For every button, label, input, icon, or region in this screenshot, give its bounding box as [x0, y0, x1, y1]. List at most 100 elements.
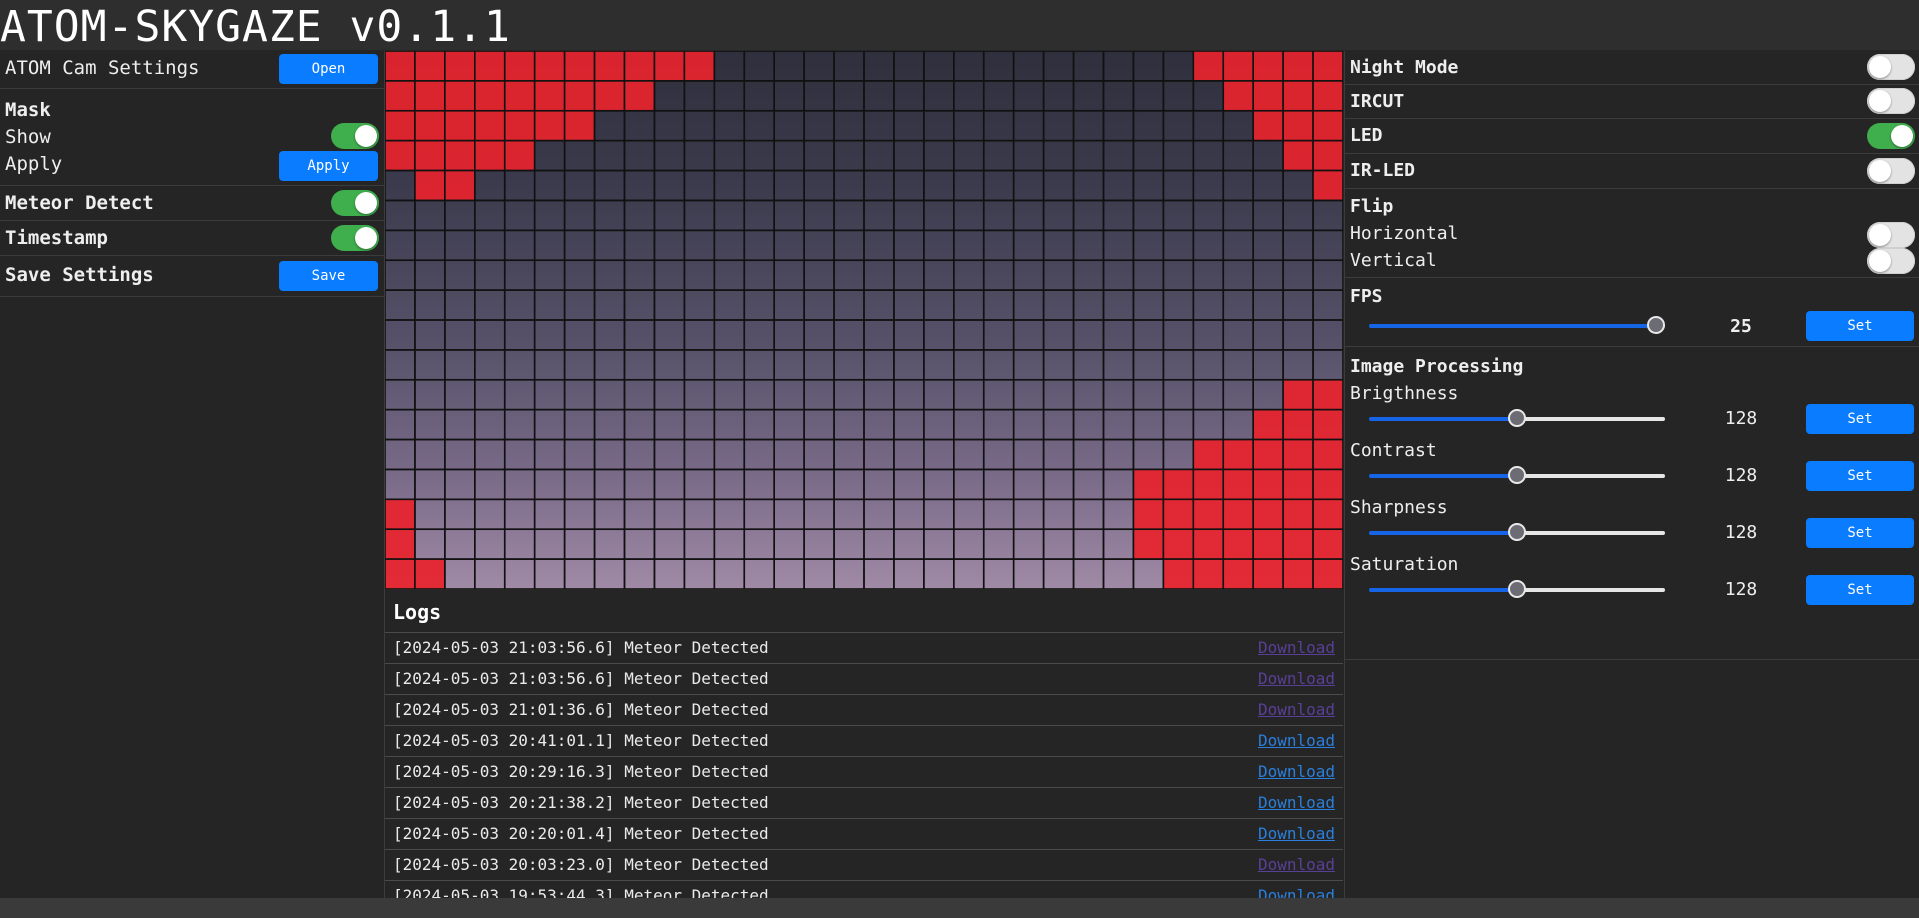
- mask-cell[interactable]: [773, 349, 805, 381]
- mask-cell-masked[interactable]: [563, 109, 596, 142]
- mask-cell[interactable]: [1102, 80, 1135, 112]
- mask-cell[interactable]: [414, 438, 446, 471]
- mask-cell[interactable]: [653, 468, 686, 501]
- mask-cell[interactable]: [533, 289, 566, 321]
- mask-cell-masked[interactable]: [1162, 528, 1195, 560]
- brightness-slider[interactable]: [1369, 409, 1665, 428]
- mask-cell-masked[interactable]: [1192, 51, 1225, 82]
- mask-cell[interactable]: [474, 438, 506, 471]
- mask-cell[interactable]: [414, 319, 446, 351]
- mask-cell[interactable]: [863, 468, 895, 501]
- mask-cell[interactable]: [1072, 80, 1105, 112]
- mask-cell[interactable]: [743, 438, 775, 471]
- mask-cell-masked[interactable]: [1162, 558, 1195, 589]
- mask-cell-masked[interactable]: [444, 51, 476, 82]
- mask-cell[interactable]: [773, 80, 805, 112]
- mask-cell[interactable]: [593, 199, 626, 232]
- mask-cell-masked[interactable]: [503, 51, 536, 82]
- mask-cell[interactable]: [982, 80, 1015, 112]
- mask-cell[interactable]: [1312, 349, 1343, 381]
- mask-cell[interactable]: [563, 349, 596, 381]
- mask-cell[interactable]: [923, 528, 955, 560]
- mask-cell[interactable]: [982, 109, 1015, 142]
- mask-cell[interactable]: [563, 259, 596, 291]
- sharpness-slider[interactable]: [1369, 523, 1665, 542]
- open-cam-settings-button[interactable]: Open: [279, 54, 378, 84]
- mask-cell[interactable]: [893, 259, 925, 291]
- mask-cell[interactable]: [623, 139, 656, 172]
- led-toggle[interactable]: [1867, 123, 1915, 149]
- mask-cell[interactable]: [474, 319, 506, 351]
- download-link[interactable]: Download: [1258, 886, 1335, 898]
- mask-cell[interactable]: [563, 498, 596, 531]
- mask-cell[interactable]: [533, 139, 566, 172]
- mask-cell[interactable]: [1012, 528, 1045, 560]
- mask-cell[interactable]: [1042, 229, 1075, 262]
- mask-cell[interactable]: [923, 349, 955, 381]
- mask-cell[interactable]: [385, 408, 416, 441]
- mask-cell-masked[interactable]: [1192, 558, 1225, 589]
- mask-cell[interactable]: [773, 468, 805, 501]
- mask-cell[interactable]: [683, 408, 716, 441]
- mask-cell[interactable]: [623, 199, 656, 232]
- mask-cell[interactable]: [623, 289, 656, 321]
- mask-cell[interactable]: [623, 349, 656, 381]
- mask-cell[interactable]: [863, 139, 895, 172]
- mask-cell-masked[interactable]: [593, 80, 626, 112]
- mask-cell-masked[interactable]: [1282, 528, 1314, 560]
- mask-cell[interactable]: [683, 498, 716, 531]
- mask-cell[interactable]: [563, 438, 596, 471]
- mask-cell[interactable]: [863, 408, 895, 441]
- mask-cell-masked[interactable]: [533, 109, 566, 142]
- mask-cell[interactable]: [982, 378, 1015, 411]
- mask-cell[interactable]: [653, 80, 686, 112]
- slider-thumb[interactable]: [1508, 409, 1526, 427]
- mask-cell[interactable]: [623, 558, 656, 589]
- mask-cell[interactable]: [1042, 378, 1075, 411]
- flip-horizontal-toggle[interactable]: [1867, 222, 1915, 248]
- mask-cell[interactable]: [953, 528, 985, 560]
- mask-cell[interactable]: [1012, 468, 1045, 501]
- mask-cell[interactable]: [833, 408, 865, 441]
- mask-cell[interactable]: [593, 558, 626, 589]
- download-link[interactable]: Download: [1258, 824, 1335, 843]
- mask-cell[interactable]: [563, 528, 596, 560]
- mask-cell[interactable]: [503, 558, 536, 589]
- mask-cell[interactable]: [713, 528, 746, 560]
- mask-cell[interactable]: [893, 139, 925, 172]
- mask-cell[interactable]: [1072, 408, 1105, 441]
- mask-cell[interactable]: [953, 408, 985, 441]
- mask-cell[interactable]: [1102, 51, 1135, 82]
- mask-cell[interactable]: [1042, 438, 1075, 471]
- mask-cell[interactable]: [833, 169, 865, 202]
- mask-cell[interactable]: [743, 259, 775, 291]
- mask-cell[interactable]: [444, 289, 476, 321]
- mask-cell[interactable]: [1162, 109, 1195, 142]
- mask-cell[interactable]: [1042, 109, 1075, 142]
- mask-cell[interactable]: [833, 289, 865, 321]
- mask-cell[interactable]: [385, 199, 416, 232]
- mask-cell[interactable]: [1282, 259, 1314, 291]
- mask-cell[interactable]: [1192, 378, 1225, 411]
- mask-cell[interactable]: [653, 199, 686, 232]
- mask-cell[interactable]: [1072, 498, 1105, 531]
- mask-cell[interactable]: [414, 349, 446, 381]
- mask-cell[interactable]: [833, 51, 865, 82]
- mask-cell[interactable]: [1042, 319, 1075, 351]
- mask-cell[interactable]: [653, 528, 686, 560]
- mask-cell[interactable]: [385, 349, 416, 381]
- mask-cell[interactable]: [1042, 51, 1075, 82]
- mask-cell[interactable]: [1102, 319, 1135, 351]
- mask-cell[interactable]: [444, 558, 476, 589]
- mask-cell[interactable]: [833, 199, 865, 232]
- mask-cell[interactable]: [533, 468, 566, 501]
- apply-mask-button[interactable]: Apply: [279, 151, 378, 181]
- mask-cell[interactable]: [863, 229, 895, 262]
- mask-cell[interactable]: [1252, 289, 1284, 321]
- mask-cell[interactable]: [414, 229, 446, 262]
- mask-cell[interactable]: [1222, 349, 1254, 381]
- mask-cell[interactable]: [953, 558, 985, 589]
- mask-cell-masked[interactable]: [1282, 80, 1314, 112]
- mask-cell-masked[interactable]: [385, 80, 416, 112]
- mask-cell-masked[interactable]: [385, 139, 416, 172]
